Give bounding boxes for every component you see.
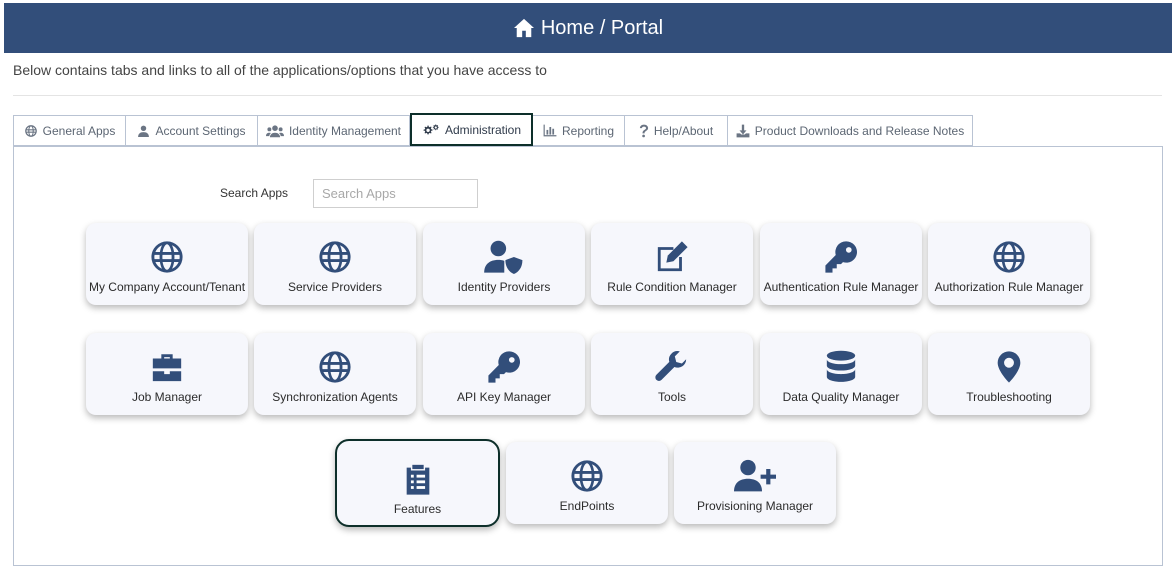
user-plus-icon [734,459,776,493]
app-label: Features [393,502,442,516]
tab-reporting[interactable]: Reporting [533,115,625,146]
app-label: Job Manager [131,390,203,404]
app-label: EndPoints [559,499,615,513]
app-authentication-rule-manager[interactable]: Authentication Rule Manager [760,223,922,305]
app-provisioning-manager[interactable]: Provisioning Manager [674,442,836,524]
app-endpoints[interactable]: EndPoints [506,442,668,524]
app-label: My Company Account/Tenant [88,280,246,294]
question-icon [639,124,648,137]
tab-label: Reporting [561,123,615,138]
globe-icon [150,240,184,274]
divider [13,95,1162,96]
database-icon [824,350,858,384]
tab-label: Identity Management [288,123,402,138]
app-troubleshooting[interactable]: Troubleshooting [928,333,1090,415]
tab-label: Administration [444,122,522,137]
page-title: Home / Portal [540,16,664,39]
tab-product-downloads[interactable]: Product Downloads and Release Notes [728,115,973,146]
users-icon [265,124,284,137]
tab-label: General Apps [42,123,116,138]
tab-label: Help/About [653,123,714,138]
map-marker-icon [992,350,1026,384]
app-rule-condition-manager[interactable]: Rule Condition Manager [591,223,753,305]
tab-label: Product Downloads and Release Notes [754,123,965,138]
search-input[interactable] [313,179,478,208]
clipboard-list-icon [401,462,435,496]
app-tools[interactable]: Tools [591,333,753,415]
intro-text: Below contains tabs and links to all of … [13,62,547,78]
app-api-key-manager[interactable]: API Key Manager [423,333,585,415]
app-job-manager[interactable]: Job Manager [86,333,248,415]
app-identity-providers[interactable]: Identity Providers [423,223,585,305]
edit-icon [655,240,689,274]
search-label: Search Apps [220,186,289,200]
app-label: Tools [657,390,686,404]
app-label: Rule Condition Manager [607,280,737,294]
tab-bar: General Apps Account Settings Identity M… [13,113,973,147]
globe-icon [24,124,37,137]
tab-general-apps[interactable]: General Apps [13,115,126,146]
key-icon [824,240,858,274]
globe-icon [570,459,604,493]
tab-identity-management[interactable]: Identity Management [258,115,410,146]
home-icon [513,18,534,38]
app-data-quality-manager[interactable]: Data Quality Manager [760,333,922,415]
download-icon [736,124,750,137]
chart-icon [543,124,557,137]
app-service-providers[interactable]: Service Providers [254,223,416,305]
app-label: Authentication Rule Manager [763,280,919,294]
page-header: Home / Portal [4,3,1172,53]
tab-account-settings[interactable]: Account Settings [126,115,258,146]
user-icon [138,125,150,137]
app-label: Synchronization Agents [272,390,398,404]
app-authorization-rule-manager[interactable]: Authorization Rule Manager [928,223,1090,305]
globe-icon [318,350,352,384]
globe-icon [992,240,1026,274]
gears-icon [423,123,439,135]
user-shield-icon [484,240,524,274]
app-label: Identity Providers [457,280,551,294]
app-label: Data Quality Manager [782,390,900,404]
app-label: Troubleshooting [966,390,1052,404]
app-synchronization-agents[interactable]: Synchronization Agents [254,333,416,415]
app-label: Authorization Rule Manager [934,280,1084,294]
wrench-icon [655,350,689,384]
globe-icon [318,240,352,274]
app-features[interactable]: Features [335,439,500,527]
tab-administration[interactable]: Administration [410,113,533,146]
app-label: API Key Manager [456,390,552,404]
tab-label: Account Settings [155,123,246,138]
tab-help-about[interactable]: Help/About [625,115,728,146]
app-label: Service Providers [287,280,383,294]
key-icon [487,350,521,384]
app-label: Provisioning Manager [696,499,814,513]
briefcase-icon [150,350,184,384]
app-my-company-account[interactable]: My Company Account/Tenant [86,223,248,305]
